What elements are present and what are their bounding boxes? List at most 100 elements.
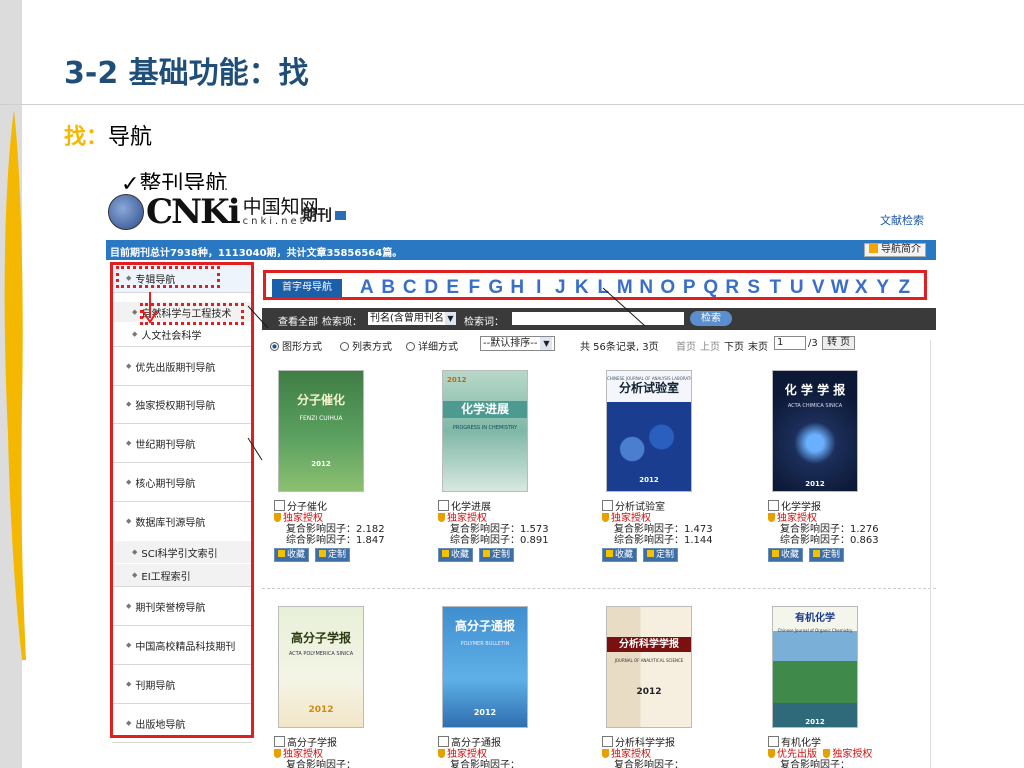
- cnki-logo[interactable]: CNKi 中国知网 cnki.net: [108, 194, 319, 230]
- medal-icon: [768, 513, 775, 522]
- search-field-select[interactable]: 刊名(含曾用刊名) ▼: [368, 312, 456, 325]
- slide-title: 3-2 基础功能：找: [64, 56, 309, 91]
- view-graphic-label: 图形方式: [282, 342, 322, 353]
- customize-label: 定制: [656, 550, 675, 560]
- doc-search-link[interactable]: 文献检索: [880, 212, 924, 228]
- favorite-icon: [442, 550, 449, 557]
- subtitle-highlight: 找：: [64, 125, 109, 150]
- journal-cover[interactable]: 分子催化 FENZI CUIHUA 2012: [278, 370, 364, 492]
- customize-button[interactable]: 定制: [479, 548, 515, 562]
- view-graphic-option[interactable]: 图形方式: [270, 338, 322, 353]
- search-field-label: 检索项：: [322, 317, 362, 328]
- journal-cover[interactable]: 有机化学 Chinese Journal of Organic Chemistr…: [772, 606, 858, 728]
- journal-cover[interactable]: 化 学 学 报 ACTA CHIMICA SINICA 2012: [772, 370, 858, 492]
- customize-label: 定制: [822, 550, 841, 560]
- journal-cover[interactable]: 高分子通报 POLYMER BULLETIN 2012: [442, 606, 528, 728]
- journal-cover[interactable]: 分析科学学报 JOURNAL OF ANALYTICAL SCIENCE 201…: [606, 606, 692, 728]
- medal-icon: [274, 513, 281, 522]
- medal-icon: [438, 749, 445, 758]
- first-page-link[interactable]: 首页: [676, 338, 696, 353]
- journal-name[interactable]: 化学学报: [781, 502, 821, 513]
- combined-if: 1.847: [356, 535, 385, 546]
- favorite-button[interactable]: 收藏: [602, 548, 638, 562]
- cover-year: 2012: [473, 708, 497, 717]
- medal-icon: [438, 513, 445, 522]
- view-detail-option[interactable]: 详细方式: [406, 338, 458, 353]
- if-composite-label: 复合影响因子：: [286, 760, 356, 768]
- view-all-link[interactable]: 查看全部: [278, 313, 318, 328]
- journal-cover[interactable]: 化学进展 PROGRESS IN CHEMISTRY 2012: [442, 370, 528, 492]
- sort-value: --默认排序--: [483, 338, 538, 349]
- select-checkbox[interactable]: [274, 736, 285, 747]
- journal-name[interactable]: 化学进展: [451, 502, 491, 513]
- section-menu[interactable]: 期刊: [302, 204, 347, 225]
- cover-year: 2012: [805, 480, 825, 488]
- if-combined-label: 综合影响因子：: [286, 535, 356, 546]
- select-checkbox[interactable]: [274, 500, 285, 511]
- guide-intro-button[interactable]: 导航简介: [864, 243, 926, 257]
- page-input[interactable]: 1: [774, 336, 806, 350]
- letter-nav-highlight-box: [263, 270, 927, 300]
- customize-button[interactable]: 定制: [643, 548, 679, 562]
- exclusive-badge: 独家授权: [832, 749, 873, 760]
- journal-name[interactable]: 有机化学: [781, 738, 821, 749]
- next-page-link[interactable]: 下页: [724, 338, 744, 353]
- cover-subtitle: Chinese Journal of Organic Chemistry: [777, 628, 853, 633]
- composite-if: 2.182: [356, 524, 385, 535]
- view-detail-label: 详细方式: [418, 342, 458, 353]
- combined-if: 0.891: [520, 535, 549, 546]
- journal-cover[interactable]: 高分子学报 ACTA POLYMERICA SINICA 2012: [278, 606, 364, 728]
- journal-name[interactable]: 分析科学学报: [615, 738, 675, 749]
- priority-badge: 优先出版: [777, 749, 817, 760]
- if-composite-label: 复合影响因子：: [614, 760, 684, 768]
- exclusive-badge: 独家授权: [611, 513, 651, 524]
- cover-title: 分析科学学报: [607, 637, 691, 652]
- journal-name[interactable]: 分子催化: [287, 502, 327, 513]
- combined-if: 1.144: [684, 535, 713, 546]
- select-checkbox[interactable]: [768, 736, 779, 747]
- customize-button[interactable]: 定制: [315, 548, 351, 562]
- cover-year: 2012: [311, 460, 331, 468]
- record-count: 共 56条记录, 3页: [580, 342, 659, 353]
- keyword-input[interactable]: [512, 312, 684, 325]
- medal-icon: [602, 749, 609, 758]
- cover-subtitle: ACTA POLYMERICA SINICA: [288, 651, 354, 657]
- journal-name[interactable]: 高分子学报: [287, 738, 337, 749]
- last-page-link[interactable]: 末页: [748, 338, 768, 353]
- favorite-button[interactable]: 收藏: [438, 548, 474, 562]
- view-list-option[interactable]: 列表方式: [340, 338, 392, 353]
- select-checkbox[interactable]: [768, 500, 779, 511]
- cover-title: 高分子通报: [454, 619, 515, 633]
- prev-page-link[interactable]: 上页: [700, 338, 720, 353]
- select-checkbox[interactable]: [602, 736, 613, 747]
- if-composite-label: 复合影响因子：: [286, 524, 356, 535]
- composite-if: 1.573: [520, 524, 549, 535]
- select-checkbox[interactable]: [438, 500, 449, 511]
- cover-subtitle: PROGRESS IN CHEMISTRY: [452, 425, 518, 431]
- composite-if: 1.276: [850, 524, 879, 535]
- select-checkbox[interactable]: [438, 736, 449, 747]
- cover-subtitle: CHINESE JOURNAL OF ANALYSIS LABORATORY: [607, 376, 692, 381]
- cover-year: 2012: [308, 705, 334, 715]
- journal-cover[interactable]: 分析试验室 CHINESE JOURNAL OF ANALYSIS LABORA…: [606, 370, 692, 492]
- favorite-button[interactable]: 收藏: [274, 548, 310, 562]
- sort-select[interactable]: --默认排序-- ▼: [480, 336, 556, 351]
- if-composite-label: 复合影响因子：: [450, 524, 520, 535]
- guide-intro-label: 导航简介: [881, 244, 921, 255]
- go-page-button[interactable]: 转 页: [822, 336, 856, 350]
- select-checkbox[interactable]: [602, 500, 613, 511]
- medal-icon: [602, 513, 609, 522]
- page-total: /3: [808, 338, 818, 349]
- globe-icon: [108, 194, 144, 230]
- customize-button[interactable]: 定制: [809, 548, 845, 562]
- row-divider: [262, 588, 936, 589]
- customize-label: 定制: [328, 550, 347, 560]
- journal-name[interactable]: 分析试验室: [615, 502, 665, 513]
- sidebar-highlight-box: [110, 262, 254, 738]
- if-composite-label: 复合影响因子：: [780, 760, 850, 768]
- search-button[interactable]: 检索: [690, 311, 732, 326]
- journal-name[interactable]: 高分子通报: [451, 738, 501, 749]
- view-options: 图形方式 列表方式 详细方式 --默认排序-- ▼ 共 56条记录, 3页 首页 …: [262, 334, 936, 354]
- exclusive-badge: 独家授权: [283, 513, 323, 524]
- favorite-button[interactable]: 收藏: [768, 548, 804, 562]
